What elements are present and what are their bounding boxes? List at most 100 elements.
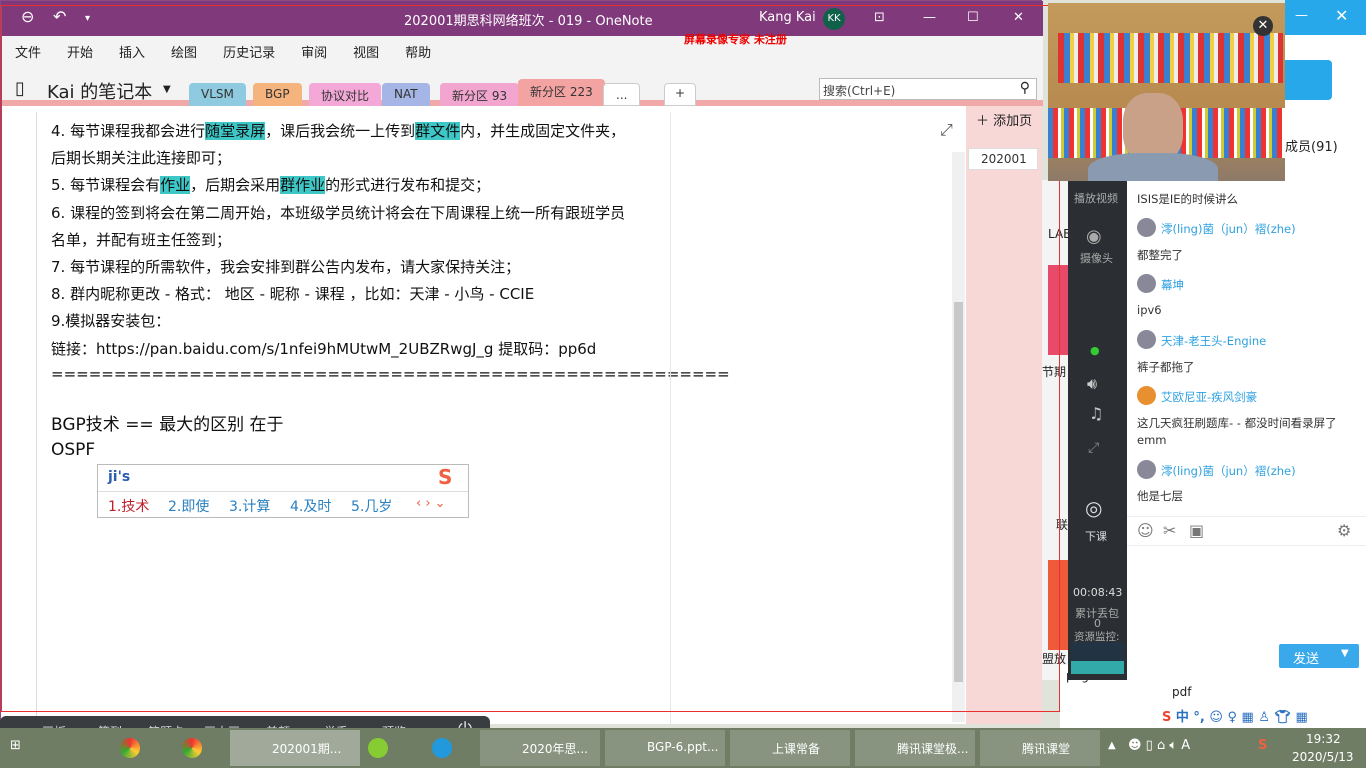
- desktop-file-thumb[interactable]: [1048, 560, 1068, 650]
- tab-vlsm[interactable]: VLSM: [189, 83, 246, 106]
- scissors-icon[interactable]: ✂: [1163, 521, 1176, 540]
- menu-insert[interactable]: 插入: [119, 42, 145, 61]
- page-item[interactable]: 202001: [968, 148, 1038, 170]
- ime-candidate[interactable]: 5.几岁: [351, 496, 392, 516]
- heading-line[interactable]: OSPF: [51, 440, 95, 460]
- note-line[interactable]: 后期长期关注此连接即可；: [51, 147, 231, 168]
- expand-icon[interactable]: ⤢: [940, 120, 953, 140]
- sogou-logo-icon: S: [438, 465, 453, 489]
- tab-nat[interactable]: NAT: [382, 83, 430, 106]
- note-line[interactable]: 4. 每节课程我都会进行随堂录屏，课后我会统一上传到群文件内，并生成固定文件夹，: [51, 120, 625, 141]
- chevron-down-icon[interactable]: ▼: [1341, 648, 1349, 659]
- gear-icon[interactable]: ⚙: [1337, 521, 1351, 540]
- taskbar-ppt[interactable]: BGP-6.ppt...: [605, 730, 725, 766]
- ime-status-bar[interactable]: S 中 °, ☺ ♀ ▦ ♙ 👕︎ ▦: [1162, 706, 1308, 725]
- member-count[interactable]: 成员(91): [1285, 136, 1338, 155]
- customize-icon[interactable]: ▾: [85, 13, 90, 24]
- music-icon[interactable]: ♫: [1089, 404, 1103, 423]
- ime-candidate[interactable]: 4.及时: [290, 496, 331, 516]
- menu-view[interactable]: 视图: [353, 42, 379, 61]
- menu-history[interactable]: 历史记录: [223, 42, 275, 61]
- emoji-icon[interactable]: ☺: [1137, 521, 1154, 540]
- start-icon[interactable]: ⊞: [10, 738, 21, 753]
- ime-candidate[interactable]: 2.即使: [168, 496, 209, 516]
- ribbon-display-icon[interactable]: ⊡: [874, 10, 885, 25]
- note-line[interactable]: 链接：https://pan.baidu.com/s/1nfei9hMUtwM_…: [51, 338, 596, 359]
- avatar[interactable]: KK: [823, 8, 845, 30]
- tray-expand-icon[interactable]: ▲: [1108, 740, 1116, 751]
- chat-sender[interactable]: 天津-老王头-Engine: [1161, 333, 1266, 349]
- chat-sender[interactable]: 澪(ling)菌（jun）褶(zhe): [1161, 463, 1296, 479]
- taskbar-folder[interactable]: 上课常备: [730, 730, 850, 766]
- scrollbar-thumb[interactable]: [954, 302, 963, 682]
- note-line[interactable]: 名单，并配有班主任签到；: [51, 229, 231, 250]
- menu-review[interactable]: 审阅: [301, 42, 327, 61]
- clock-date[interactable]: 2020/5/13: [1292, 750, 1354, 764]
- add-page-button[interactable]: ＋ 添加页: [976, 110, 1032, 129]
- tab-more[interactable]: ...: [603, 83, 641, 106]
- ime-candidate[interactable]: 3.计算: [229, 496, 270, 516]
- tab-bgp[interactable]: BGP: [253, 83, 302, 106]
- menu-help[interactable]: 帮助: [405, 42, 431, 61]
- menu-file[interactable]: 文件: [15, 42, 41, 61]
- close-icon[interactable]: ✕: [1335, 6, 1348, 25]
- taskbar-classroom[interactable]: 腾讯课堂: [980, 730, 1100, 766]
- speaker-icon[interactable]: 🔊︎: [1087, 374, 1097, 394]
- chat-sender[interactable]: 艾欧尼亚-疾风剑豪: [1161, 389, 1257, 405]
- clock-time[interactable]: 19:32: [1306, 732, 1341, 746]
- send-button[interactable]: 发送 ▼: [1279, 644, 1359, 668]
- chat-sender[interactable]: 幕坤: [1161, 277, 1184, 293]
- sogou-tray-icon[interactable]: S: [1258, 738, 1267, 753]
- image-icon[interactable]: ▣: [1189, 521, 1204, 540]
- menu-home[interactable]: 开始: [67, 42, 93, 61]
- desktop-file-thumb[interactable]: [1048, 265, 1068, 355]
- minimize-icon[interactable]: —: [923, 10, 936, 25]
- note-line[interactable]: 7. 每节课程的所需软件，我会安排到群公告内发布，请大家保持关注；: [51, 256, 520, 277]
- note-line[interactable]: 9.模拟器安装包：: [51, 310, 170, 331]
- taskbar-classroom-pro[interactable]: 腾讯课堂极...: [855, 730, 975, 766]
- minimize-icon[interactable]: —: [1295, 8, 1308, 23]
- microphone-icon[interactable]: ●: [1090, 344, 1100, 357]
- heading-line[interactable]: BGP技术 == 最大的区别 在于: [51, 410, 284, 435]
- camera-button[interactable]: 摄像头: [1080, 250, 1113, 266]
- tray-icons[interactable]: ☻ ▯ ⌂ 🔈︎ A: [1128, 738, 1190, 753]
- end-class-button[interactable]: 下课: [1085, 528, 1107, 544]
- highlighted-text: 作业: [160, 176, 191, 195]
- note-line[interactable]: 8. 群内昵称更改 - 格式： 地区 - 昵称 - 课程 ，比如：天津 - 小鸟…: [51, 283, 534, 304]
- chrome-icon[interactable]: [182, 738, 202, 758]
- ime-page-arrows-icon[interactable]: ‹ › ⌄: [416, 496, 446, 511]
- chat-input[interactable]: [1127, 547, 1366, 642]
- browser-icon[interactable]: [432, 738, 452, 758]
- taskbar-item[interactable]: 2020年思...: [480, 730, 600, 766]
- note-line[interactable]: 6. 课程的签到将会在第二周开始，本班级学员统计将会在下周课程上统一所有跟班学员: [51, 202, 625, 223]
- add-section-button[interactable]: +: [664, 83, 697, 106]
- undo-icon[interactable]: ↶: [53, 7, 66, 26]
- camera-icon[interactable]: ◉: [1086, 226, 1102, 247]
- chevron-down-icon[interactable]: ▼: [163, 84, 171, 95]
- scrollbar[interactable]: [952, 152, 965, 722]
- ime-candidate[interactable]: 1.技术: [108, 496, 149, 516]
- search-icon[interactable]: ⚲: [1020, 80, 1030, 96]
- notebook-name[interactable]: Kai 的笔记本: [47, 78, 152, 104]
- tab-protocol-compare[interactable]: 协议对比: [309, 83, 382, 106]
- fullscreen-icon[interactable]: ⤢: [1088, 440, 1099, 456]
- chrome-icon[interactable]: [120, 738, 140, 758]
- music-app-icon[interactable]: [368, 738, 388, 758]
- taskbar-onenote[interactable]: 202001期...: [230, 730, 360, 766]
- page-content[interactable]: 4. 每节课程我都会进行随堂录屏，课后我会统一上传到群文件内，并生成固定文件夹，…: [36, 112, 966, 724]
- note-line[interactable]: ========================================…: [51, 365, 730, 383]
- back-icon[interactable]: ⊖: [21, 7, 34, 26]
- user-name[interactable]: Kang Kai: [759, 10, 816, 25]
- search-input[interactable]: 搜索(Ctrl+E) ⚲: [819, 78, 1037, 100]
- close-icon[interactable]: ✕: [1013, 10, 1024, 25]
- chat-sender[interactable]: 澪(ling)菌（jun）褶(zhe): [1161, 221, 1296, 237]
- classroom-action-button[interactable]: [1285, 60, 1332, 100]
- tab-section-223[interactable]: 新分区 223: [518, 79, 605, 106]
- maximize-icon[interactable]: ☐: [967, 10, 979, 25]
- close-icon[interactable]: ✕: [1253, 16, 1273, 36]
- play-video-button[interactable]: 播放视频: [1074, 190, 1118, 206]
- note-line[interactable]: 5. 每节课程会有作业，后期会采用群作业的形式进行发布和提交；: [51, 174, 490, 195]
- tab-section-93[interactable]: 新分区 93: [440, 83, 520, 106]
- menu-draw[interactable]: 绘图: [171, 42, 197, 61]
- end-class-icon[interactable]: ◎: [1085, 496, 1102, 520]
